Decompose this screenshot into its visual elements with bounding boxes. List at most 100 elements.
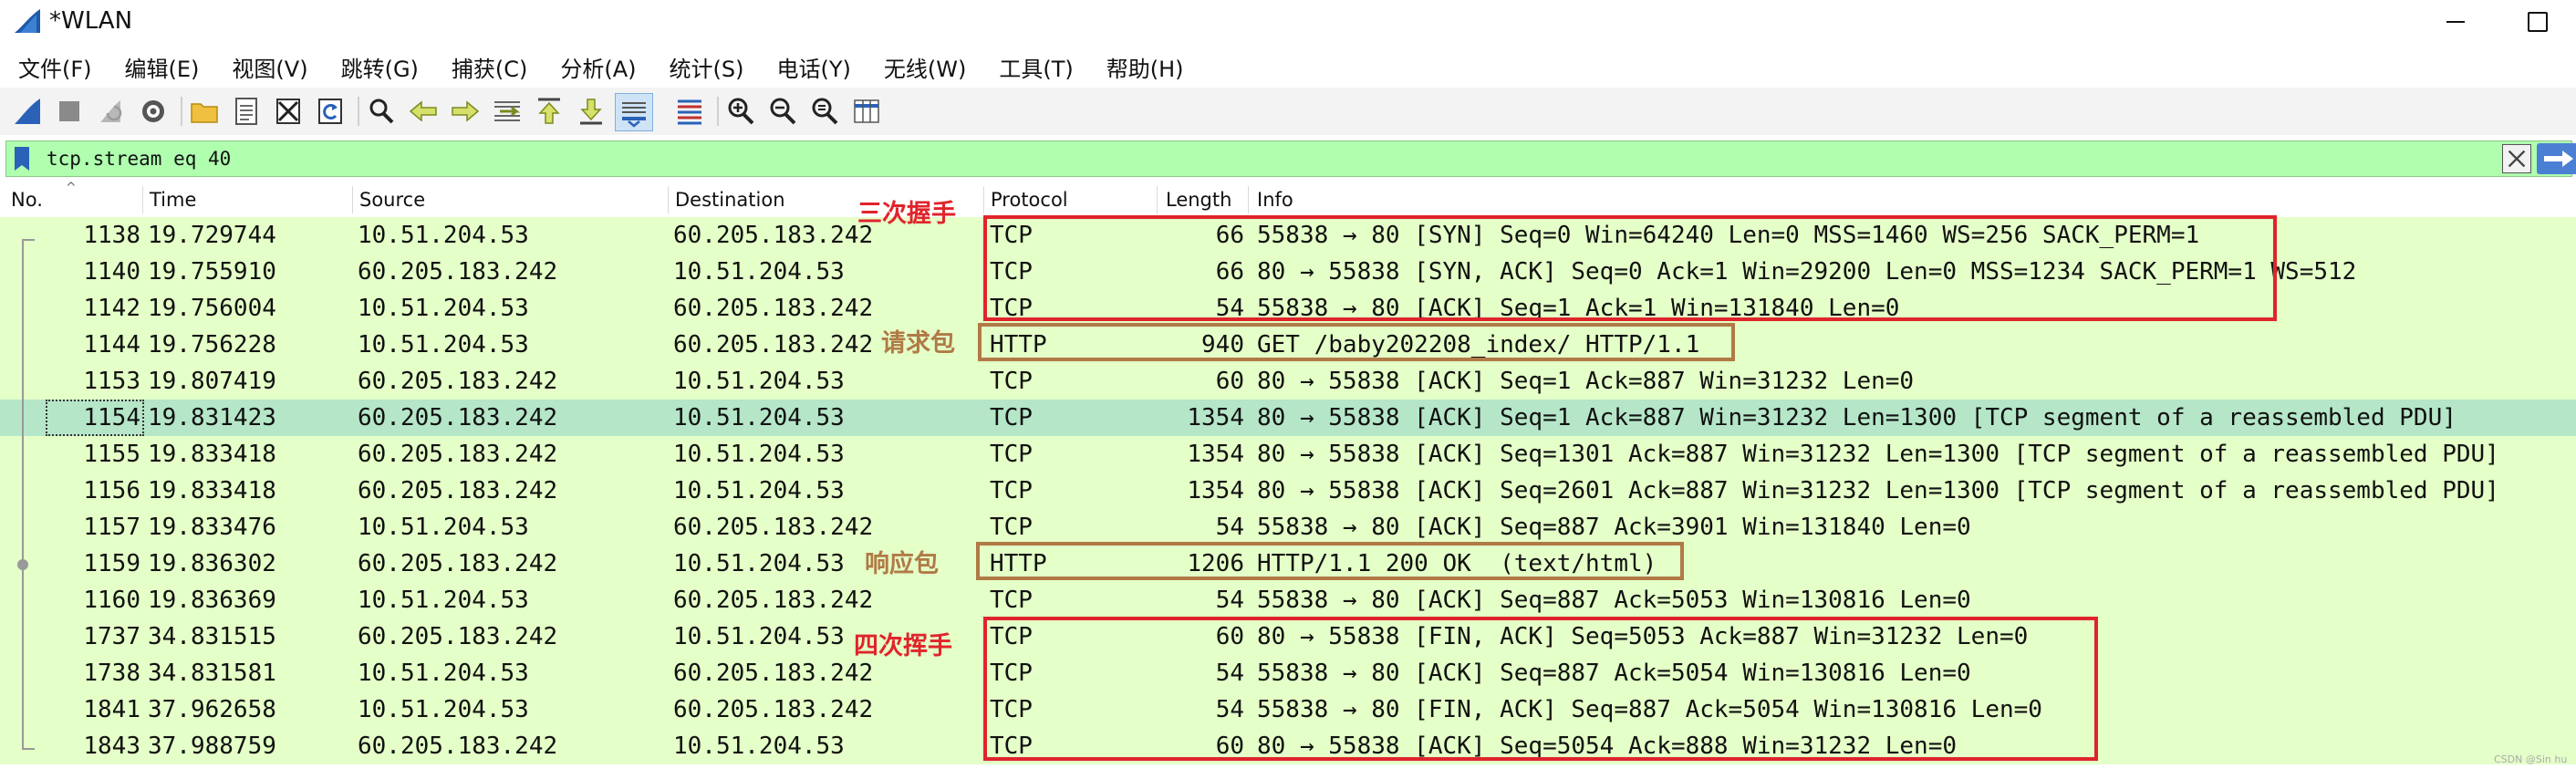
maximize-button[interactable] [2519, 4, 2556, 40]
packet-protocol-cell: TCP [990, 404, 1033, 431]
column-divider[interactable] [668, 186, 669, 213]
clear-filter-icon[interactable] [2502, 144, 2531, 173]
column-header-time[interactable]: Time [150, 188, 196, 212]
autoscroll-icon[interactable] [615, 93, 653, 131]
menu-help[interactable]: 帮助(H) [1088, 51, 1199, 83]
packet-source-cell: 60.205.183.242 [358, 623, 558, 650]
apply-filter-icon[interactable] [2537, 143, 2576, 174]
menu-capture[interactable]: 捕获(C) [433, 51, 542, 83]
packet-time-cell: 19.807419 [148, 368, 276, 395]
response-highlight-box [976, 542, 1684, 580]
packet-protocol-cell: TCP [990, 368, 1033, 395]
go-back-icon[interactable] [405, 93, 441, 130]
packet-length-cell: 1354 [1187, 441, 1244, 468]
packet-length-cell: 1354 [1187, 477, 1244, 504]
packet-no-cell: 1155 [83, 441, 140, 468]
packet-destination-cell: 60.205.183.242 [673, 222, 874, 249]
filter-bookmark-icon[interactable] [12, 145, 32, 172]
minimize-button[interactable] [2437, 4, 2474, 40]
menu-telephony[interactable]: 电话(Y) [759, 51, 866, 83]
reload-file-icon[interactable] [312, 93, 348, 130]
packet-source-cell: 60.205.183.242 [358, 477, 558, 504]
column-header-no[interactable]: No. [11, 188, 43, 212]
packet-row[interactable]: 1153 19.807419 60.205.183.242 10.51.204.53 T… [0, 363, 2576, 400]
packet-source-cell: 60.205.183.242 [358, 258, 558, 286]
menu-go[interactable]: 跳转(G) [323, 51, 433, 83]
request-highlight-box [978, 323, 1735, 361]
column-divider[interactable] [352, 186, 353, 213]
packet-row[interactable]: 1154 19.831423 60.205.183.242 10.51.204.53 T… [0, 400, 2576, 436]
menu-file[interactable]: 文件(F) [0, 51, 107, 83]
packet-no-cell: 1843 [83, 733, 140, 760]
packet-source-cell: 10.51.204.53 [358, 514, 529, 541]
restart-capture-icon[interactable] [93, 93, 130, 130]
column-divider[interactable] [983, 186, 984, 213]
packet-destination-cell: 10.51.204.53 [673, 368, 845, 395]
last-packet-icon[interactable] [573, 93, 609, 130]
column-header-length[interactable]: Length [1166, 188, 1231, 212]
resize-columns-icon[interactable] [848, 93, 885, 130]
packet-time-cell: 19.833418 [148, 477, 276, 504]
zoom-out-icon[interactable] [764, 93, 801, 130]
column-header-destination[interactable]: Destination [675, 188, 785, 212]
normal-size-icon[interactable] [806, 93, 843, 130]
packet-source-cell: 10.51.204.53 [358, 295, 529, 322]
column-divider[interactable] [1248, 186, 1249, 213]
column-divider[interactable] [1157, 186, 1158, 213]
menu-view[interactable]: 视图(V) [213, 51, 322, 83]
packet-time-cell: 19.756228 [148, 331, 276, 359]
find-packet-icon[interactable] [363, 93, 400, 130]
packet-destination-cell: 10.51.204.53 [673, 258, 845, 286]
menu-bar: 文件(F) 编辑(E) 视图(V) 跳转(G) 捕获(C) 分析(A) 统计(S… [0, 47, 2576, 86]
column-divider[interactable] [142, 186, 143, 213]
related-packets-line [22, 239, 24, 750]
packet-no-cell: 1159 [83, 550, 140, 577]
packet-row[interactable]: 1157 19.833476 10.51.204.53 60.205.183.242 T… [0, 509, 2576, 546]
packet-no-cell: 1153 [83, 368, 140, 395]
packet-time-cell: 34.831581 [148, 660, 276, 687]
packet-no-cell: 1144 [83, 331, 140, 359]
menu-analyze[interactable]: 分析(A) [542, 51, 650, 83]
packet-time-cell: 19.833418 [148, 441, 276, 468]
handshake-label: 三次握手 [857, 200, 956, 228]
packet-no-cell: 1841 [83, 696, 140, 723]
display-filter-input[interactable]: tcp.stream eq 40 [47, 145, 231, 172]
window-title: *WLAN [49, 7, 133, 35]
menu-statistics[interactable]: 统计(S) [651, 51, 759, 83]
packet-time-cell: 19.729744 [148, 222, 276, 249]
menu-edit[interactable]: 编辑(E) [107, 51, 214, 83]
packet-time-cell: 19.836369 [148, 587, 276, 614]
packet-time-cell: 19.756004 [148, 295, 276, 322]
column-header-info[interactable]: Info [1257, 188, 1293, 212]
save-file-icon[interactable] [228, 93, 265, 130]
packet-time-cell: 19.833476 [148, 514, 276, 541]
packet-time-cell: 19.831423 [148, 404, 276, 431]
packet-no-cell: 1154 [46, 400, 144, 436]
packet-source-cell: 10.51.204.53 [358, 331, 529, 359]
first-packet-icon[interactable] [531, 93, 567, 130]
colorize-icon[interactable] [671, 93, 708, 130]
stop-capture-icon[interactable] [51, 93, 88, 130]
open-file-icon[interactable] [186, 93, 223, 130]
packet-source-cell: 60.205.183.242 [358, 441, 558, 468]
go-to-packet-icon[interactable] [489, 93, 525, 130]
column-header-protocol[interactable]: Protocol [991, 188, 1068, 212]
column-header-source[interactable]: Source [359, 188, 425, 212]
packet-source-cell: 10.51.204.53 [358, 222, 529, 249]
packet-row[interactable]: 1160 19.836369 10.51.204.53 60.205.183.242 T… [0, 582, 2576, 618]
packet-length-cell: 1354 [1187, 404, 1244, 431]
packet-row[interactable]: 1155 19.833418 60.205.183.242 10.51.204.53 T… [0, 436, 2576, 473]
packet-protocol-cell: TCP [990, 514, 1033, 541]
packet-destination-cell: 10.51.204.53 [673, 623, 845, 650]
packet-row[interactable]: 1156 19.833418 60.205.183.242 10.51.204.53 T… [0, 473, 2576, 509]
menu-tools[interactable]: 工具(T) [981, 51, 1087, 83]
go-forward-icon[interactable] [447, 93, 483, 130]
start-capture-icon[interactable] [9, 93, 46, 130]
capture-options-icon[interactable] [135, 93, 171, 130]
packet-time-cell: 19.836302 [148, 550, 276, 577]
packet-source-cell: 10.51.204.53 [358, 587, 529, 614]
menu-wireless[interactable]: 无线(W) [866, 51, 981, 83]
zoom-in-icon[interactable] [722, 93, 759, 130]
packet-no-cell: 1138 [83, 222, 140, 249]
close-file-icon[interactable] [270, 93, 306, 130]
